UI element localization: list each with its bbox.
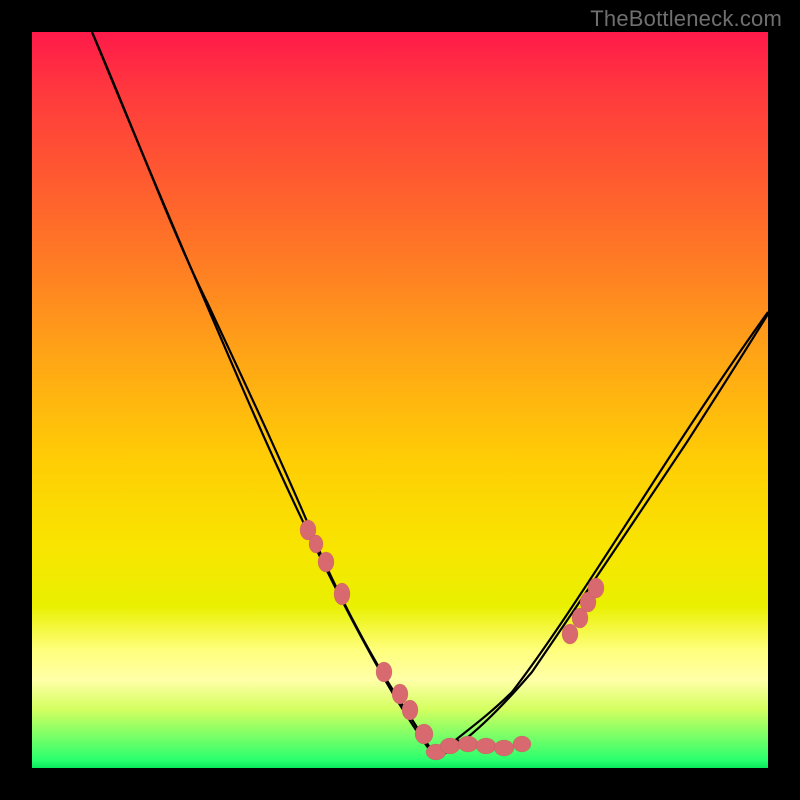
plot-area xyxy=(32,32,768,768)
dot-8 xyxy=(415,724,433,744)
bottleneck-curve-right xyxy=(436,314,768,758)
dot-5 xyxy=(376,662,392,682)
dot-2 xyxy=(309,535,323,553)
dot-6 xyxy=(392,684,408,704)
bottleneck-curve xyxy=(92,32,768,757)
dot-4 xyxy=(334,583,350,605)
dot-12 xyxy=(476,738,496,754)
bottleneck-curve-left xyxy=(92,32,436,758)
dot-7 xyxy=(402,700,418,720)
dot-13 xyxy=(494,740,514,756)
dot-3 xyxy=(318,552,334,572)
watermark-text: TheBottleneck.com xyxy=(590,6,782,32)
chart-frame: TheBottleneck.com xyxy=(0,0,800,800)
dot-15 xyxy=(562,624,578,644)
marker-dots xyxy=(300,520,604,760)
dot-11 xyxy=(458,736,478,752)
curve-layer xyxy=(32,32,768,768)
dot-10 xyxy=(440,738,460,754)
dot-14 xyxy=(513,736,531,752)
dot-18 xyxy=(588,578,604,598)
